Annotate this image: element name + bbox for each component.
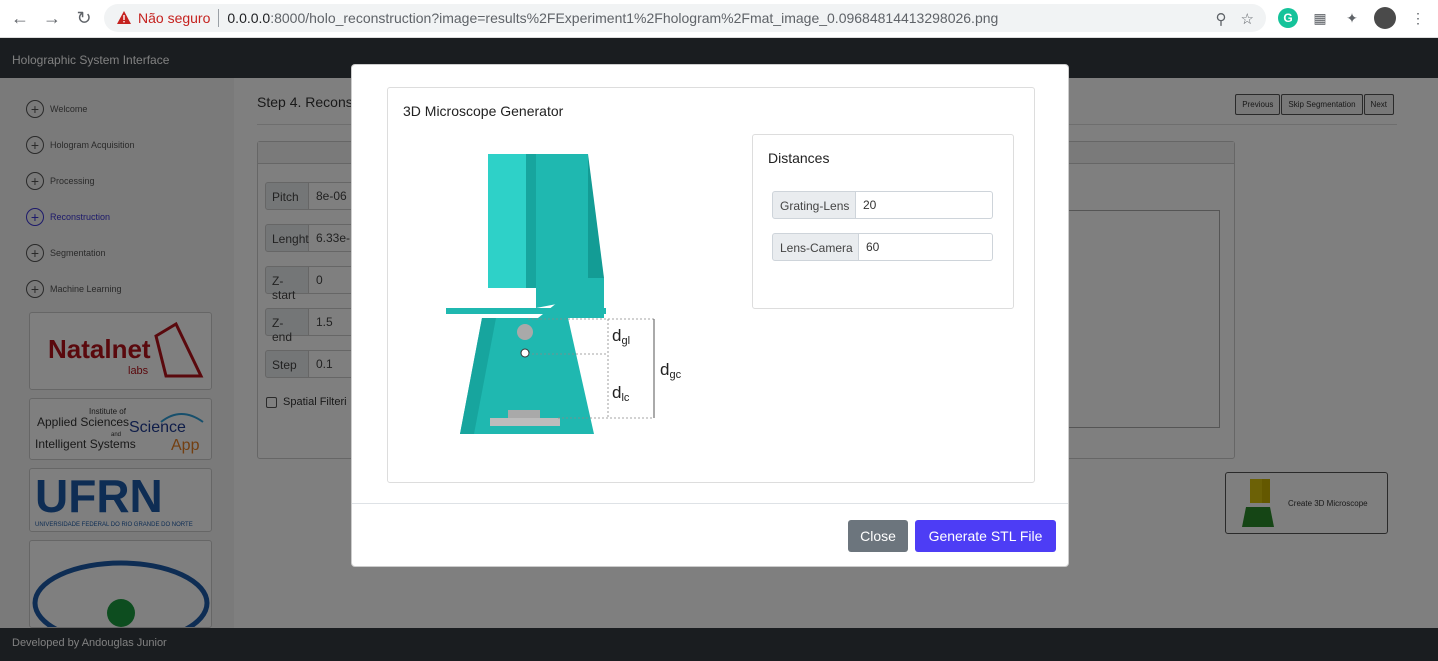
extensions-icon[interactable]: ✦ [1342,8,1362,28]
grating-lens-field[interactable]: Grating-Lens 20 [772,191,993,219]
reload-icon[interactable]: ↻ [72,7,96,31]
forward-icon[interactable]: → [40,7,64,31]
dgl-sub: gl [621,335,630,347]
lens-camera-label: Lens-Camera [772,233,859,261]
dgl-label: d [612,326,621,345]
warning-icon [117,11,131,24]
insecure-label: Não seguro [138,10,211,26]
modal-body-card: 3D Microscope Generator dgl dlc dgc Dist… [387,87,1035,483]
dlc-label: d [612,383,621,402]
url-path: :8000/holo_reconstruction?image=results%… [270,10,999,26]
svg-text:dgl: dgl [612,326,630,347]
microscope-diagram: dgl dlc dgc [446,154,682,434]
svg-text:dlc: dlc [612,383,630,404]
grating-lens-label: Grating-Lens [772,191,856,219]
distances-card: Distances Grating-Lens 20 Lens-Camera 60 [752,134,1014,309]
generate-stl-button[interactable]: Generate STL File [915,520,1056,552]
svg-text:dgc: dgc [660,360,682,381]
modal-footer-divider [352,503,1068,504]
modal-title: 3D Microscope Generator [403,103,564,119]
profile-avatar[interactable] [1374,7,1396,29]
zoom-icon[interactable]: ⚲ [1216,10,1227,28]
back-icon[interactable]: ← [8,7,32,31]
microscope-generator-modal: 3D Microscope Generator dgl dlc dgc Dist… [351,64,1069,567]
lens-camera-input[interactable]: 60 [859,233,993,261]
grammarly-icon[interactable]: G [1278,8,1298,28]
browser-toolbar: ← → ↻ Não seguro 0.0.0.0:8000/holo_recon… [0,0,1438,38]
divider [218,9,220,27]
address-bar[interactable]: Não seguro 0.0.0.0:8000/holo_reconstruct… [104,4,1266,32]
dgc-sub: gc [669,369,681,381]
url-host: 0.0.0.0 [227,10,271,26]
distances-title: Distances [768,150,830,166]
close-button[interactable]: Close [848,520,908,552]
signal-icon[interactable]: ▦ [1310,8,1330,28]
menu-kebab-icon[interactable]: ⋮ [1408,8,1428,28]
dgc-label: d [660,360,669,379]
bookmark-star-icon[interactable]: ☆ [1241,10,1254,28]
grating-lens-input[interactable]: 20 [856,191,993,219]
lens-camera-field[interactable]: Lens-Camera 60 [772,233,993,261]
dlc-sub: lc [621,392,629,404]
